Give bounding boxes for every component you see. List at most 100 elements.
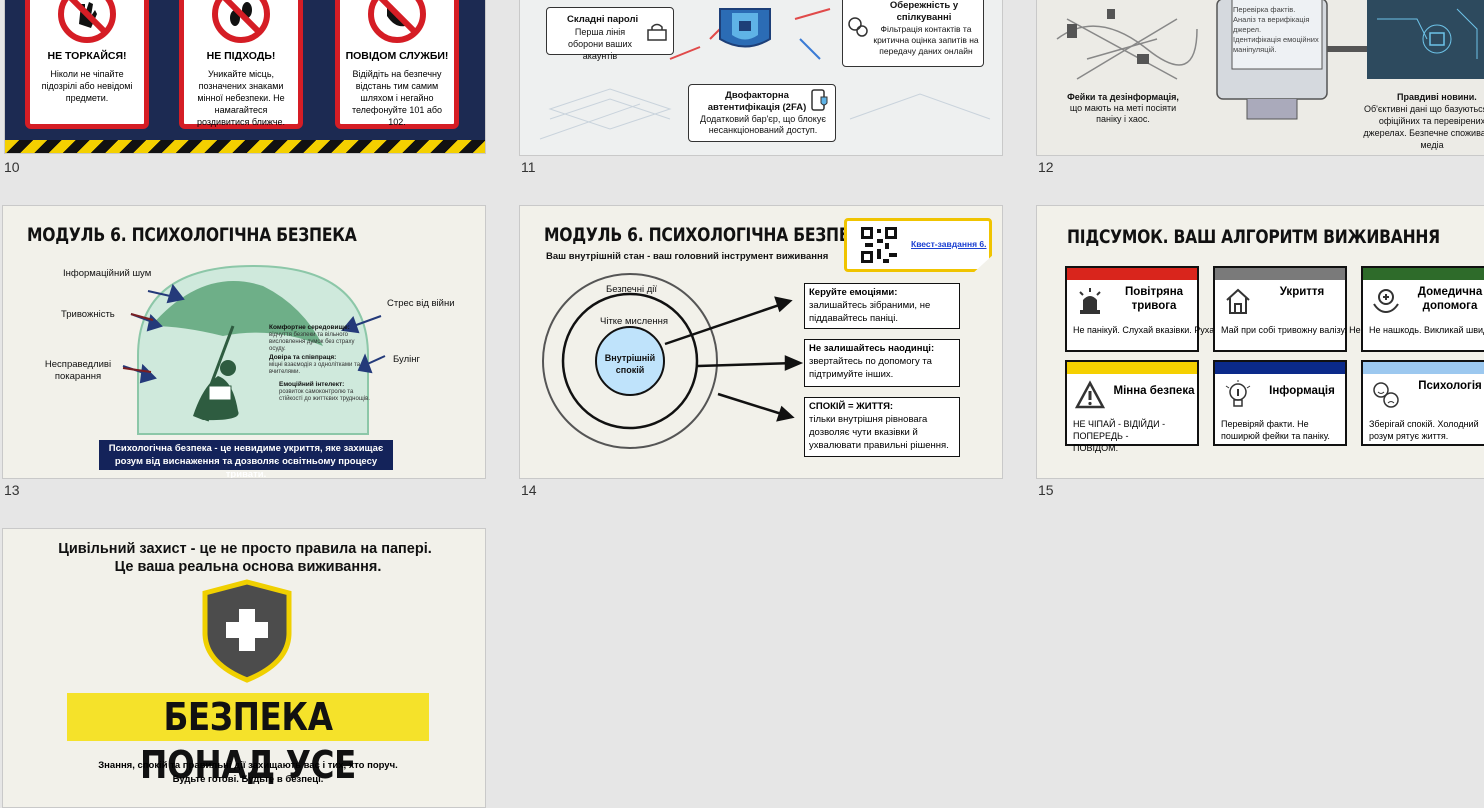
hazard-stripes — [5, 140, 485, 153]
box-title: Інформація — [1269, 385, 1335, 397]
list-item: Ідентифікація емоційних маніпуляцій. — [1233, 35, 1319, 54]
slide-number: 13 — [4, 482, 20, 498]
slide-thumbnail-11[interactable]: Складні паролі Перша лінія оборони ваших… — [519, 0, 1003, 156]
dome-item-text: розвиток самоконтролю та стійкості до жи… — [279, 389, 370, 402]
dome-item: Довіра та співпраця: міцні взаємодія з о… — [269, 354, 369, 376]
threat-label: Тривожність — [61, 309, 115, 320]
hands-cross-icon — [1373, 289, 1399, 314]
warning-card-notify-services: ПОВІДОМ СЛУЖБИ! Відійдіть на безпечну ві… — [335, 0, 459, 129]
threat-label: Інформаційний шум — [63, 268, 152, 279]
twofa-text: Додатковий бар'єр, що блокує несанкціоно… — [700, 114, 826, 135]
passwords-box: Складні паролі Перша лінія оборони ваших… — [546, 7, 674, 61]
fact-check-list: Перевірка фактів. Аналіз та верифікація … — [1233, 5, 1321, 55]
card-text: Ніколи не чіпайте підозрілі або невідомі… — [41, 69, 133, 103]
passwords-text: Перша лінія оборони ваших акаунтів — [567, 27, 633, 61]
box-text: Перевіряй факти. Не поширюй фейки та пан… — [1221, 419, 1330, 441]
phone-shield-icon — [811, 89, 828, 111]
color-bar — [1363, 268, 1484, 280]
algorithm-box-first-aid: Домедична допомога Не нашкодь. Викликай … — [1361, 266, 1484, 352]
shield-cross-icon — [202, 579, 292, 683]
list-item: Аналіз та верифікація джерел. — [1233, 15, 1310, 34]
box-title: Психологія — [1418, 380, 1482, 392]
summary-banner: Психологічна безпека - це невидиме укрит… — [99, 440, 393, 478]
slide-number: 11 — [521, 159, 536, 175]
fakes-text: що мають на меті посіяти паніку і хаос. — [1069, 103, 1177, 124]
card-title: ПОВІДОМ СЛУЖБИ! — [345, 50, 449, 62]
chat-user-icon — [848, 17, 868, 37]
box-title: Укриття — [1279, 286, 1325, 298]
slide-thumbnail-14[interactable]: МОДУЛЬ 6. ПСИХОЛОГІЧНА БЕЗПЕКА Ваш внутр… — [519, 205, 1003, 479]
dome-item-text: міцні взаємодія з однолітками та вчителя… — [269, 362, 361, 375]
box-text: Зберігай спокій. Холодний розум рятує жи… — [1369, 419, 1479, 441]
algorithm-box-mine-safety: Мінна безпека НЕ ЧІПАЙ - ВІДІЙДИ - ПОПЕР… — [1065, 360, 1199, 453]
dome-item: Емоційний інтелект: розвиток самоконтрол… — [279, 381, 371, 403]
threat-label: Булінг — [393, 354, 420, 365]
algorithm-box-shelter: Укриття Май при собі тривожну валізу. Не… — [1213, 266, 1401, 352]
advice-box: Керуйте емоціями: залишайтесь зібраними,… — [804, 283, 960, 329]
warning-triangle-icon — [1075, 380, 1105, 409]
slide-number: 15 — [1038, 482, 1054, 498]
card-title: НЕ ТОРКАЙСЯ! — [47, 50, 127, 62]
slide-thumbnail-12[interactable]: Перевірка фактів. Аналіз та верифікація … — [1036, 0, 1484, 156]
box-text: Не панікуй. Слухай вказівки. Рухайся в у… — [1073, 325, 1273, 335]
no-touch-icon — [58, 0, 116, 43]
box-title: Повітряна тривога — [1124, 286, 1184, 312]
list-item: Перевірка фактів. — [1233, 5, 1296, 14]
warning-card-dont-touch: НЕ ТОРКАЙСЯ! Ніколи не чіпайте підозрілі… — [25, 0, 149, 129]
algorithm-box-air-alert: Повітряна тривога Не панікуй. Слухай вка… — [1065, 266, 1272, 352]
caution-box: Обережність у спілкуванні Фільтрація кон… — [842, 0, 984, 67]
slide-thumbnail-13[interactable]: МОДУЛЬ 6. ПСИХОЛОГІЧНА БЕЗПЕКА Інформаці… — [2, 205, 486, 479]
closing-line-1: Цивільний захист - це не просто правила … — [58, 541, 432, 557]
box-text: НЕ ЧІПАЙ - ВІДІЙДИ - ПОПЕРЕДЬ - ПОВІДОМ. — [1073, 419, 1166, 453]
card-title: НЕ ПІДХОДЬ! — [206, 50, 276, 62]
dome-item-text: відчуття безпеки та вільного висловлення… — [269, 332, 355, 352]
color-bar — [1215, 268, 1345, 280]
dome-item-title: Комфортне середовище: — [269, 324, 350, 331]
advice-text: тільки внутрішня рівновага дозволяє чути… — [809, 414, 949, 451]
closing-line-2: Це ваша реальна основа виживання. — [114, 559, 382, 575]
advice-text: залишайтесь зібраними, не піддавайтесь п… — [809, 300, 931, 324]
color-bar — [1067, 362, 1197, 374]
password-lock-icon — [647, 23, 667, 41]
slide-number: 12 — [1038, 159, 1054, 175]
advice-title: Не залишайтесь наодинці: — [809, 343, 935, 354]
box-title: Домедична допомога — [1417, 286, 1483, 312]
threat-label: Стрес від війни — [387, 298, 455, 309]
slide-title: ПІДСУМОК. ВАШ АЛГОРИТМ ВИЖИВАННЯ — [1067, 226, 1440, 248]
ring-label-inner: Внутрішній спокій — [604, 353, 656, 375]
box-text: Не нашкодь. Викликай швидку та клич доро… — [1369, 325, 1484, 335]
warning-card-dont-approach: НЕ ПІДХОДЬ! Уникайте місць, позначених з… — [179, 0, 303, 129]
passwords-title: Складні паролі — [567, 14, 639, 25]
color-bar — [1363, 362, 1484, 374]
dome-item-title: Довіра та співпраця: — [269, 354, 337, 361]
fakes-title: Фейки та дезінформація, — [1067, 92, 1179, 102]
slide-thumbnail-15[interactable]: ПІДСУМОК. ВАШ АЛГОРИТМ ВИЖИВАННЯ Повітря… — [1036, 205, 1484, 479]
advice-title: Керуйте емоціями: — [809, 287, 898, 298]
lightbulb-info-icon — [1225, 380, 1251, 407]
slide-number: 10 — [4, 159, 20, 175]
ring-label-middle: Чітке мислення — [600, 316, 669, 327]
caution-text: Фільтрація контактів та критична оцінка … — [873, 24, 979, 56]
color-bar — [1215, 362, 1345, 374]
slide-number: 14 — [521, 482, 537, 498]
psychological-dome-illustration — [122, 264, 386, 435]
algorithm-box-information: Інформація Перевіряй факти. Не поширюй ф… — [1213, 360, 1347, 446]
headline: БЕЗПЕКА ПОНАД УСЕ — [140, 695, 356, 787]
news-title: Правдиві новини. — [1397, 92, 1477, 102]
ring-label-outer: Безпечні дії — [606, 284, 658, 295]
slide-thumbnail-16[interactable]: Цивільний захист - це не просто правила … — [2, 528, 486, 808]
box-text: Май при собі тривожну валізу. Не зволіка… — [1221, 325, 1401, 335]
twofa-box: Двофакторна автентифікація (2FA) Додатко… — [688, 84, 836, 142]
box-title: Мінна безпека — [1113, 385, 1195, 397]
dome-item: Комфортне середовище: відчуття безпеки т… — [269, 324, 369, 353]
card-text: Уникайте місць, позначених знаками мінно… — [196, 69, 286, 127]
slide-thumbnail-10[interactable]: НЕ ТОРКАЙСЯ! Ніколи не чіпайте підозрілі… — [4, 0, 486, 154]
dome-item-title: Емоційний інтелект: — [279, 381, 345, 388]
news-text: Об'єктивні дані що базуються на офіційни… — [1363, 104, 1484, 150]
advice-text: звертайтесь по допомогу та підтримуйте і… — [809, 356, 932, 380]
caution-title: Обережність у спілкуванні — [889, 0, 959, 23]
footer-line-2: Будьте готові. Будьте в безпеці. — [172, 774, 324, 785]
advice-box: СПОКІЙ = ЖИТТЯ: тільки внутрішня рівнова… — [804, 397, 960, 457]
twofa-title: Двофакторна автентифікація (2FA) — [707, 90, 807, 113]
color-bar — [1067, 268, 1197, 280]
